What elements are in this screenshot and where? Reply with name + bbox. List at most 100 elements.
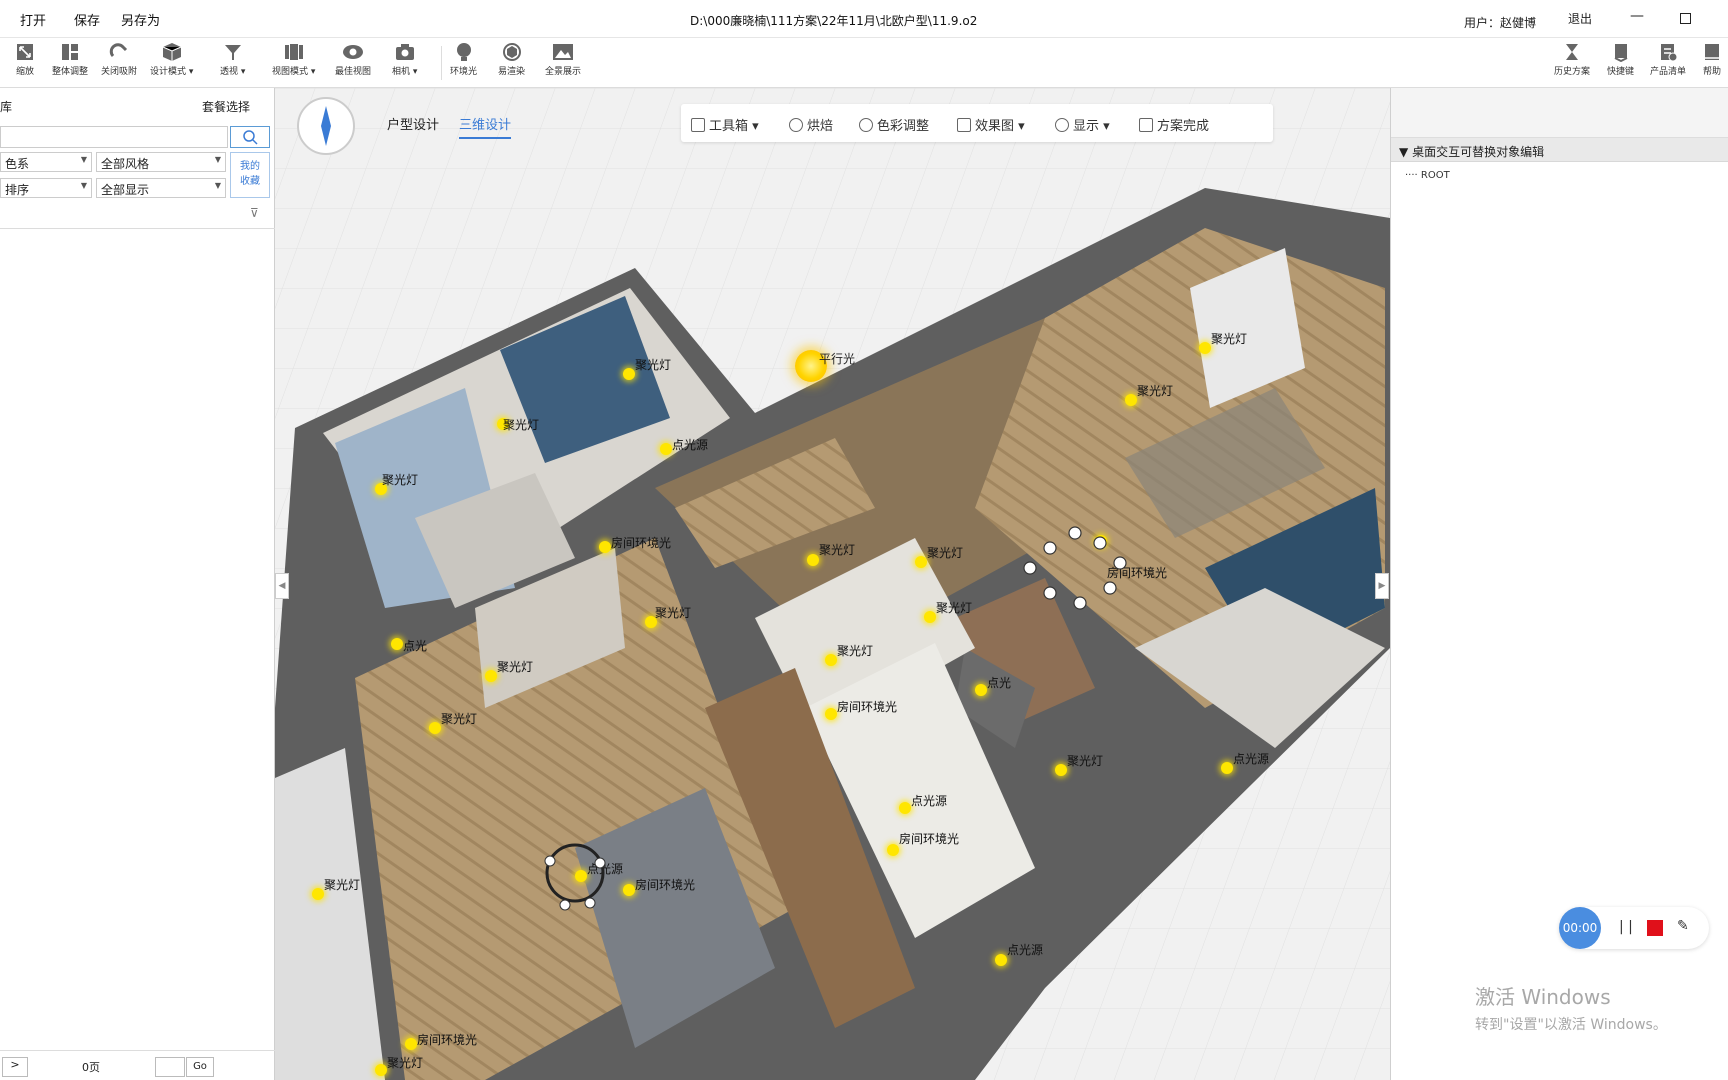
collapse-left-arrow[interactable]: ◀	[275, 573, 289, 599]
recorder-timer[interactable]: 00:00	[1559, 907, 1601, 949]
spotlight-icon[interactable]	[1055, 764, 1067, 776]
color-adjust-button[interactable]: 色彩调整	[859, 115, 929, 134]
spotlight-icon[interactable]	[623, 368, 635, 380]
light-label: 房间环境光	[837, 700, 898, 714]
ambient-light-icon[interactable]	[599, 541, 611, 553]
minimize-icon[interactable]: —	[1630, 8, 1644, 24]
floorplan-3d-scene[interactable]	[275, 88, 1390, 1080]
render-button[interactable]: 易渲染	[498, 42, 525, 77]
panorama-button[interactable]: 全景展示	[545, 42, 581, 77]
spotlight-icon[interactable]	[375, 1064, 387, 1076]
right-panel-header	[1391, 88, 1728, 138]
design-mode-button[interactable]: 设计模式 ▾	[150, 42, 193, 77]
menu-save-as[interactable]: 另存为	[121, 10, 160, 29]
menu-open[interactable]: 打开	[20, 10, 46, 29]
perspective-icon	[224, 45, 241, 60]
point-light-icon[interactable]	[899, 802, 911, 814]
spotlight-icon[interactable]	[1199, 342, 1211, 354]
light-label: 房间环境光	[899, 832, 960, 846]
favorites-button[interactable]: 我的 收藏	[230, 152, 270, 198]
logout-button[interactable]: 退出	[1568, 10, 1592, 27]
light-label: 点光源	[1233, 752, 1270, 766]
spotlight-icon[interactable]	[807, 554, 819, 566]
next-page-button[interactable]: >	[2, 1057, 28, 1077]
spotlight-icon[interactable]	[1125, 394, 1137, 406]
compass-icon[interactable]	[293, 94, 359, 158]
stop-icon[interactable]	[1647, 920, 1663, 936]
collapse-right-arrow[interactable]: ▶	[1375, 573, 1389, 599]
collapse-triangle-icon[interactable]: ▼	[1399, 145, 1408, 159]
light-label: 聚光灯	[382, 473, 419, 487]
spotlight-icon[interactable]	[924, 611, 936, 623]
product-list-icon	[1661, 44, 1678, 62]
color-dropdown[interactable]: 色系 ▼	[0, 152, 92, 172]
hourglass-icon	[1566, 44, 1578, 60]
maximize-icon[interactable]	[1680, 13, 1691, 24]
page-input[interactable]	[155, 1057, 185, 1077]
light-label: 点光源	[911, 794, 948, 808]
finish-plan-button[interactable]: 方案完成	[1139, 115, 1209, 134]
chandelier-icon	[1023, 526, 1127, 610]
pager: > 0页 Go	[0, 1050, 275, 1080]
page-count: 0页	[82, 1061, 100, 1074]
search-button[interactable]	[230, 126, 270, 148]
pen-icon[interactable]: ✎	[1677, 918, 1689, 934]
best-view-button[interactable]: 最佳视图	[335, 42, 371, 77]
spotlight-icon[interactable]	[485, 670, 497, 682]
spotlight-icon[interactable]	[429, 722, 441, 734]
light-label: 点光源	[672, 438, 709, 452]
ambient-light-button[interactable]: 环境光	[450, 42, 477, 77]
library-title: 库	[0, 100, 13, 114]
light-label: 点光源	[1007, 943, 1044, 957]
toolbox-menu[interactable]: 工具箱 ▾	[691, 115, 759, 134]
ambient-light-icon[interactable]	[405, 1038, 417, 1050]
ambient-light-icon[interactable]	[887, 844, 899, 856]
image-icon	[957, 118, 971, 132]
light-label: 房间环境光	[611, 536, 672, 550]
style-dropdown[interactable]: 全部风格 ▼	[96, 152, 226, 172]
magnet-button[interactable]: 关闭吸附	[101, 42, 137, 77]
point-light-icon[interactable]	[975, 684, 987, 696]
tree-root-node[interactable]: ···· ROOT	[1405, 170, 1450, 181]
help-button[interactable]: 帮助	[1701, 42, 1723, 77]
tab-3d-design[interactable]: 三维设计	[459, 114, 512, 139]
tree-header[interactable]: ▼ 桌面交互可替换对象编辑	[1391, 138, 1728, 162]
point-light-icon[interactable]	[660, 443, 672, 455]
toolbar-separator	[441, 46, 442, 80]
package-select-button[interactable]: 套餐选择	[202, 98, 250, 115]
perspective-button[interactable]: 透视 ▾	[220, 42, 245, 77]
light-label: 聚光灯	[497, 660, 534, 674]
point-light-icon[interactable]	[1221, 762, 1233, 774]
eye-icon	[343, 45, 363, 59]
layout-adjust-button[interactable]: 整体调整	[52, 42, 88, 77]
bake-button[interactable]: 烘焙	[789, 115, 833, 134]
product-list-button[interactable]: 产品清单	[1650, 42, 1686, 77]
tab-floorplan-design[interactable]: 户型设计	[387, 114, 439, 133]
display-dropdown[interactable]: 全部显示 ▼	[96, 178, 226, 198]
display-menu[interactable]: 显示 ▾	[1055, 115, 1110, 134]
ambient-light-icon[interactable]	[623, 884, 635, 896]
ambient-light-icon[interactable]	[825, 708, 837, 720]
search-input[interactable]	[0, 126, 228, 148]
view-mode-button[interactable]: 视图模式 ▾	[272, 42, 315, 77]
render-image-menu[interactable]: 效果图 ▾	[957, 115, 1025, 134]
history-button[interactable]: 历史方案	[1554, 42, 1590, 77]
point-light-icon[interactable]	[995, 954, 1007, 966]
pause-icon[interactable]: | |	[1619, 919, 1633, 935]
light-label: 聚光灯	[635, 358, 672, 372]
spotlight-icon[interactable]	[915, 556, 927, 568]
go-button[interactable]: Go	[186, 1057, 214, 1077]
light-label: 点光	[403, 639, 428, 653]
light-label: 聚光灯	[1211, 332, 1248, 346]
zoom-button[interactable]: 缩放	[14, 42, 36, 77]
3d-viewport[interactable]: 户型设计 三维设计 工具箱 ▾ 烘焙 色彩调整 效果图 ▾ 显示 ▾ 方案完成 …	[275, 88, 1390, 1080]
point-light-icon[interactable]	[391, 638, 403, 650]
camera-button[interactable]: 相机 ▾	[392, 42, 417, 77]
menu-save[interactable]: 保存	[74, 10, 100, 29]
sort-dropdown[interactable]: 排序 ▼	[0, 178, 92, 198]
shortcut-button[interactable]: 快捷键	[1607, 42, 1634, 77]
filter-icon[interactable]: ⊽	[250, 206, 259, 220]
spotlight-icon[interactable]	[825, 654, 837, 666]
light-label: 聚光灯	[927, 546, 964, 560]
spotlight-icon[interactable]	[312, 888, 324, 900]
